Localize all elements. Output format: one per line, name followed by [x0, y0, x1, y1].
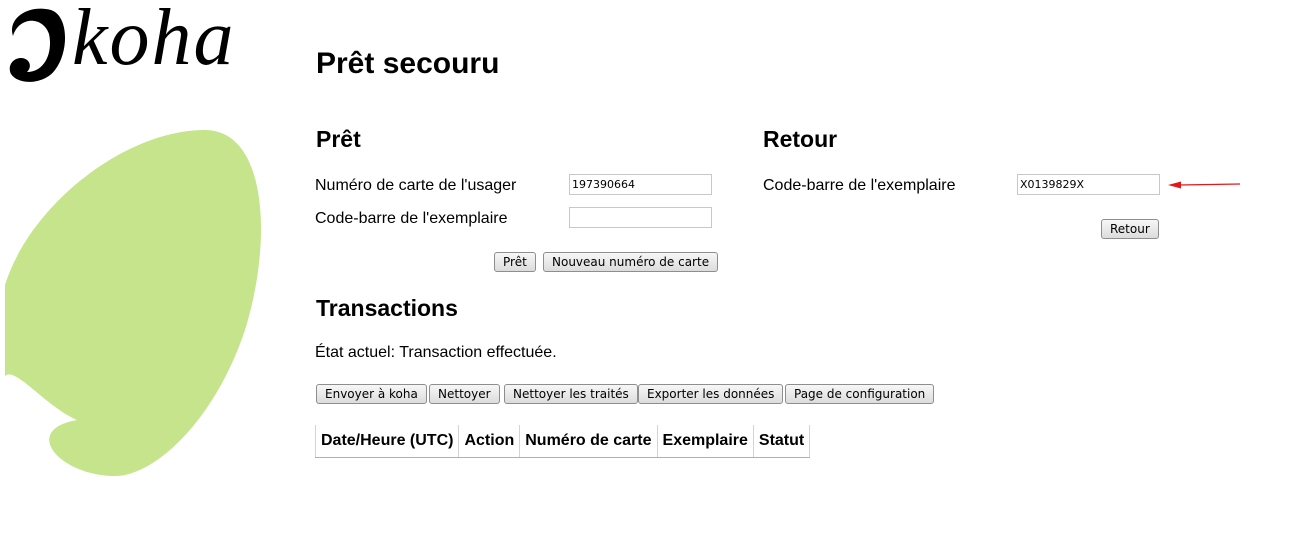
- clear-processed-button[interactable]: Nettoyer les traités: [504, 384, 638, 404]
- checkout-item-barcode-input[interactable]: [569, 207, 712, 228]
- column-header-datetime: Date/Heure (UTC): [314, 425, 460, 458]
- patron-card-input[interactable]: [569, 174, 712, 195]
- send-to-koha-button[interactable]: Envoyer à koha: [316, 384, 427, 404]
- checkout-item-barcode-label: Code-barre de l'exemplaire: [315, 210, 508, 227]
- checkin-item-barcode-label: Code-barre de l'exemplaire: [763, 177, 956, 194]
- annotation-arrow-icon: [1168, 181, 1241, 189]
- checkin-heading: Retour: [763, 126, 838, 152]
- transactions-table: Date/Heure (UTC) Action Numéro de carte …: [314, 425, 811, 458]
- config-page-button[interactable]: Page de configuration: [785, 384, 935, 404]
- page-title: Prêt secouru: [316, 47, 500, 80]
- transaction-status: État actuel: Transaction effectuée.: [315, 344, 557, 361]
- koha-logo-text: koha: [72, 0, 236, 82]
- transactions-header-row: Date/Heure (UTC) Action Numéro de carte …: [314, 425, 811, 458]
- column-header-action: Action: [458, 425, 521, 458]
- koha-leaf-icon: [5, 130, 262, 476]
- patron-card-label: Numéro de carte de l'usager: [315, 177, 517, 194]
- checkout-heading: Prêt: [316, 126, 361, 152]
- checkin-item-barcode-input[interactable]: [1017, 174, 1160, 195]
- new-card-button[interactable]: Nouveau numéro de carte: [543, 252, 719, 272]
- checkout-button[interactable]: Prêt: [494, 252, 536, 272]
- checkin-button[interactable]: Retour: [1101, 219, 1159, 239]
- column-header-card-number: Numéro de carte: [519, 425, 658, 458]
- export-data-button[interactable]: Exporter les données: [638, 384, 784, 404]
- column-header-item: Exemplaire: [657, 425, 754, 458]
- column-header-status: Statut: [753, 425, 811, 458]
- koha-logo-mark-icon: [9, 8, 66, 82]
- transactions-heading: Transactions: [316, 295, 458, 321]
- clear-button[interactable]: Nettoyer: [429, 384, 500, 404]
